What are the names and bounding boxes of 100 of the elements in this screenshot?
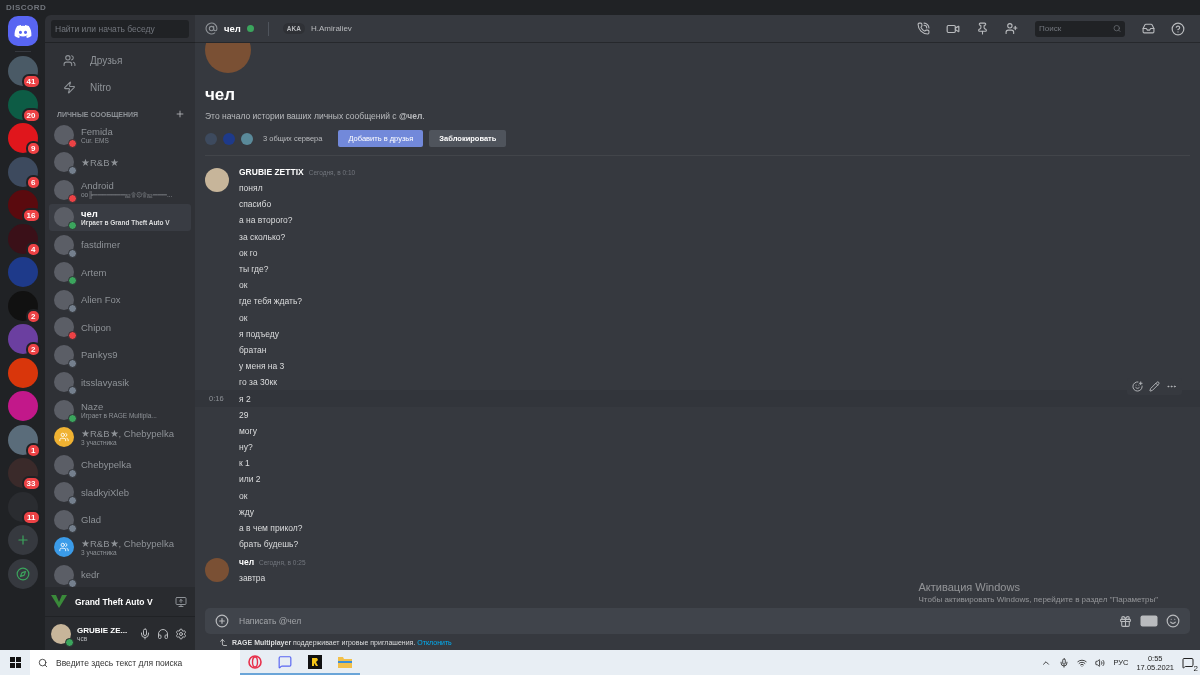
add-user-icon[interactable] [1005,22,1018,35]
call-icon[interactable] [917,22,930,35]
message-text: ок [239,490,248,501]
explore-button[interactable] [7,558,38,589]
dm-item[interactable]: Glad [49,506,191,534]
message-input[interactable]: Написать @чел [237,615,1111,627]
add-reaction-icon[interactable] [1132,381,1143,393]
screen-share-icon[interactable] [175,595,187,608]
server-icon[interactable]: 4 [7,223,38,254]
network-icon[interactable] [1077,657,1088,668]
unread-badge: 2 [26,342,41,357]
message-author[interactable]: GRUBIE ZETTIX [239,167,304,177]
message-text: у меня на 3 [239,361,285,372]
unread-badge: 20 [21,107,41,123]
intro-text: Это начало истории ваших личных сообщений с @чел. [205,111,426,121]
dm-item[interactable]: kedr [49,561,191,587]
server-icon[interactable]: 16 [7,190,38,220]
message-text: ты где? [239,264,269,275]
plus-icon[interactable] [175,109,185,119]
dm-name: Glad [81,514,102,526]
dm-name: sladkyiXleb [81,486,130,498]
game-name: Grand Theft Auto V [75,596,154,607]
dm-name: kedr [81,569,100,581]
inbox-icon[interactable] [1142,22,1155,35]
unread-badge: 4 [26,241,41,257]
dm-item[interactable]: ★R&B★ [49,148,191,176]
notification-icon [1182,656,1194,669]
message-text: или 2 [239,474,261,485]
taskbar-search-box[interactable]: Введите здесь текст для поиска [30,650,240,675]
server-icon[interactable]: 11 [7,491,38,522]
edit-icon[interactable] [1149,381,1160,393]
emoji-icon[interactable] [1166,614,1180,628]
message-text: 29 [239,409,249,420]
dm-item[interactable]: fastdimer [49,231,191,259]
help-icon[interactable] [1171,21,1185,36]
nav-label: Друзья [90,55,123,66]
controller-logo-icon [13,24,32,38]
unread-badge: 2 [26,308,41,324]
dm-item[interactable]: sladkyiXleb [49,478,191,506]
nav-item[interactable]: Друзья [49,47,191,74]
arrow-icon [219,637,228,647]
server-icon[interactable]: 2 [7,290,38,321]
settings-icon[interactable] [175,627,187,640]
user-avatar [205,558,229,583]
search-field[interactable]: Поиск [1039,24,1113,33]
message-text: го за 30кк [239,377,277,388]
dm-item[interactable]: Chebypelka [49,451,191,479]
folder-icon [338,655,352,668]
search-icon [1112,24,1121,33]
server-icon [205,132,217,145]
server-icon[interactable]: 2 [7,324,38,354]
home-button[interactable] [7,16,38,46]
ring-logo-icon [248,654,262,669]
server-icon[interactable]: 6 [7,156,38,187]
dm-item[interactable]: Chipon [49,313,191,341]
microphone-icon[interactable] [1059,657,1070,668]
message-text: ок [239,312,248,323]
dm-item[interactable]: itsslavyasik [49,368,191,396]
dm-item[interactable]: Artem [49,258,191,286]
unread-badge: 6 [26,174,41,190]
server-icon[interactable]: 33 [7,458,38,488]
add-server-button[interactable] [7,525,38,555]
dm-name: Artem [81,266,107,278]
plus-icon[interactable] [215,614,229,628]
headphones-icon[interactable] [157,627,169,640]
message-text: спасибо [239,199,272,210]
dm-item[interactable]: Pankys9 [49,341,191,369]
message-text: жду [239,506,254,517]
dm-name: Chebypelka [81,459,132,471]
chat-icon [278,654,292,669]
pin-icon[interactable] [976,22,989,35]
dm-item[interactable]: Alien Fox [49,286,191,314]
search-box[interactable]: Поиск [1035,20,1125,37]
microphone-icon[interactable] [139,627,151,640]
nav-item[interactable]: Nitro [49,74,191,101]
dm-name: ★R&B★, Chebypelka [81,428,174,440]
search-field[interactable]: Найти или начать беседу [51,19,189,38]
dm-name: Chipon [81,321,112,333]
plus-icon [15,533,30,547]
gift-icon[interactable] [1119,614,1132,628]
message-text: а в чем прикол? [239,523,303,534]
server-icon[interactable]: 41 [7,56,38,86]
v-logo-icon [51,595,67,608]
message-text: за сколько? [239,231,286,242]
composer-bar[interactable]: Написать @чел [205,608,1190,634]
windows-logo-icon [9,657,21,668]
message-text: к 1 [239,458,250,469]
message-text: где тебя ждать? [239,296,303,307]
message-author[interactable]: чел [239,557,255,568]
server-icon[interactable]: 20 [7,89,38,120]
server-icon[interactable] [7,391,38,421]
dm-name: Alien Fox [81,294,121,306]
message-text: ок [239,280,248,291]
dm-name: Naze [81,400,105,412]
volume-icon[interactable] [1095,657,1106,668]
server-icon[interactable]: 1 [7,424,38,455]
server-icon [241,132,253,145]
server-icon[interactable]: 9 [7,123,38,153]
server-icon[interactable] [7,357,38,388]
activation-title: Активация Windows [918,581,1021,593]
